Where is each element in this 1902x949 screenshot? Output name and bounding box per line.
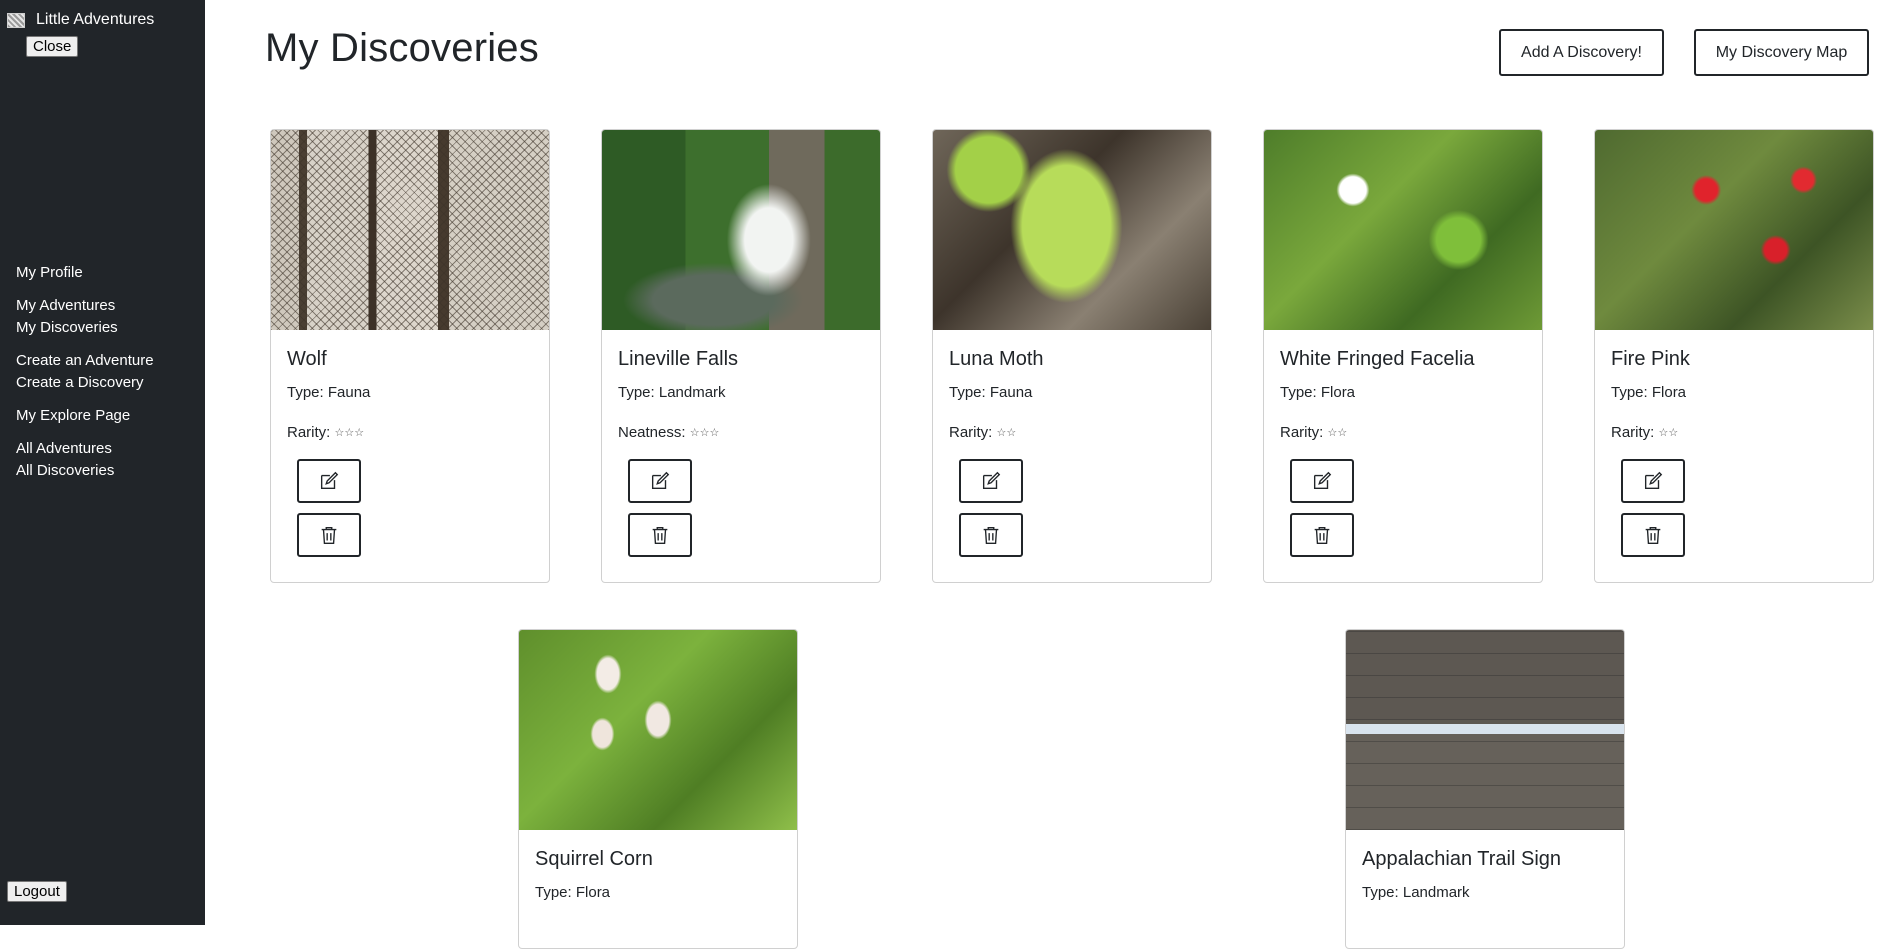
card-rating: Rarity: ☆☆ (949, 424, 1195, 441)
nav-all-adventures[interactable]: All Adventures (16, 438, 201, 460)
discovery-card: Appalachian Trail Sign Type: Landmark (1345, 629, 1625, 949)
rating-label: Rarity: (949, 424, 993, 441)
page-title: My Discoveries (265, 26, 539, 70)
discovery-card: Luna Moth Type: Fauna Rarity: ☆☆ (932, 129, 1212, 583)
delete-button[interactable] (1621, 513, 1685, 557)
delete-button[interactable] (297, 513, 361, 557)
delete-button[interactable] (628, 513, 692, 557)
close-button[interactable]: Close (26, 36, 79, 57)
discovery-photo (1346, 630, 1624, 830)
card-title: Wolf (287, 348, 327, 370)
card-rating: Rarity: ☆☆ (1280, 424, 1526, 441)
discovery-card: Squirrel Corn Type: Flora (518, 629, 798, 949)
nav-my-discoveries[interactable]: My Discoveries (16, 317, 201, 339)
edit-button[interactable] (1290, 459, 1354, 503)
card-type: Type: Flora (535, 884, 611, 901)
star-rating: ☆☆ (996, 427, 1017, 439)
star-rating: ☆☆☆ (334, 427, 365, 439)
discovery-photo (271, 130, 549, 330)
discovery-photo (602, 130, 880, 330)
card-title: Luna Moth (949, 348, 1044, 370)
nav-create-discovery[interactable]: Create a Discovery (16, 372, 201, 394)
edit-icon (320, 471, 339, 490)
trash-icon (1645, 526, 1661, 544)
card-title: White Fringed Facelia (1280, 348, 1475, 370)
add-discovery-button[interactable]: Add A Discovery! (1499, 29, 1664, 76)
discovery-card: Lineville Falls Type: Landmark Neatness:… (601, 129, 881, 583)
sidebar: Little Adventures Close My Profile My Ad… (0, 0, 205, 925)
nav-my-explore-page[interactable]: My Explore Page (16, 405, 201, 427)
rating-label: Rarity: (1280, 424, 1324, 441)
trash-icon (321, 526, 337, 544)
discovery-card: Wolf Type: Fauna Rarity: ☆☆☆ (270, 129, 550, 583)
star-rating: ☆☆☆ (689, 427, 720, 439)
card-title: Lineville Falls (618, 348, 739, 370)
rating-label: Neatness: (618, 424, 686, 441)
discovery-photo (933, 130, 1211, 330)
trash-icon (1314, 526, 1330, 544)
nav-create-adventure[interactable]: Create an Adventure (16, 350, 201, 372)
sidebar-nav: My Profile My Adventures My Discoveries … (16, 262, 201, 482)
trash-icon (652, 526, 668, 544)
edit-icon (1644, 471, 1663, 490)
discovery-card: White Fringed Facelia Type: Flora Rarity… (1263, 129, 1543, 583)
edit-button[interactable] (959, 459, 1023, 503)
nav-my-profile[interactable]: My Profile (16, 262, 201, 284)
card-title: Fire Pink (1611, 348, 1690, 370)
star-rating: ☆☆ (1327, 427, 1348, 439)
edit-button[interactable] (297, 459, 361, 503)
card-rating: Rarity: ☆☆☆ (287, 424, 533, 441)
logo-image (7, 12, 25, 28)
delete-button[interactable] (1290, 513, 1354, 557)
card-rating: Neatness: ☆☆☆ (618, 424, 864, 441)
brand-name: Little Adventures (36, 11, 155, 28)
card-type: Type: Flora (1280, 384, 1356, 401)
edit-icon (1313, 471, 1332, 490)
star-rating: ☆☆ (1658, 427, 1679, 439)
rating-label: Rarity: (1611, 424, 1655, 441)
nav-all-discoveries[interactable]: All Discoveries (16, 460, 201, 482)
card-title: Appalachian Trail Sign (1362, 848, 1562, 870)
card-rating: Rarity: ☆☆ (1611, 424, 1857, 441)
rating-label: Rarity: (287, 424, 331, 441)
discovery-card: Fire Pink Type: Flora Rarity: ☆☆ (1594, 129, 1874, 583)
card-type: Type: Fauna (287, 384, 371, 401)
delete-button[interactable] (959, 513, 1023, 557)
nav-my-adventures[interactable]: My Adventures (16, 295, 201, 317)
trash-icon (983, 526, 999, 544)
brand[interactable]: Little Adventures (7, 11, 154, 29)
edit-button[interactable] (628, 459, 692, 503)
card-title: Squirrel Corn (535, 848, 653, 870)
discovery-photo (1264, 130, 1542, 330)
card-type: Type: Flora (1611, 384, 1687, 401)
edit-icon (651, 471, 670, 490)
card-type: Type: Landmark (1362, 884, 1470, 901)
card-type: Type: Landmark (618, 384, 726, 401)
discovery-photo (519, 630, 797, 830)
card-type: Type: Fauna (949, 384, 1033, 401)
logout-button[interactable]: Logout (7, 881, 67, 902)
edit-icon (982, 471, 1001, 490)
discovery-map-button[interactable]: My Discovery Map (1694, 29, 1869, 76)
discovery-photo (1595, 130, 1873, 330)
edit-button[interactable] (1621, 459, 1685, 503)
